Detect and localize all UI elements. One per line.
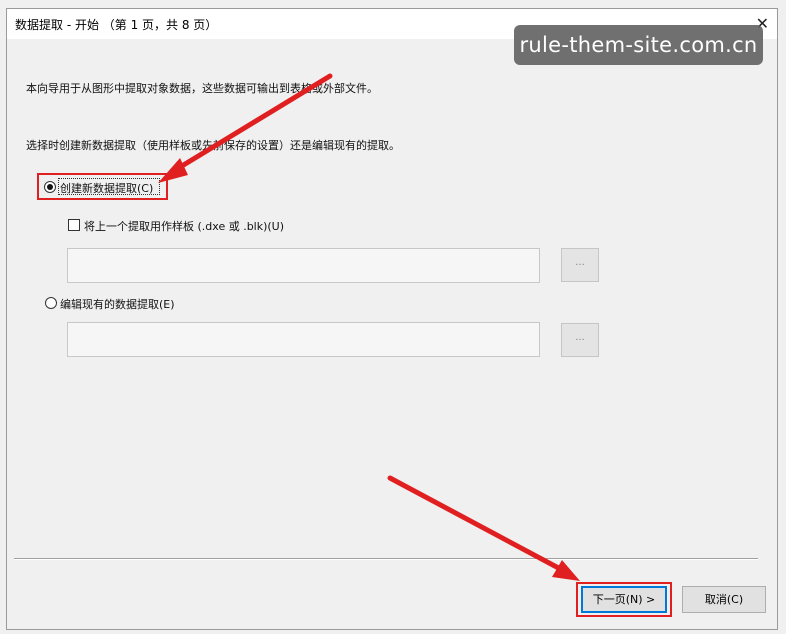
intro-text: 本向导用于从图形中提取对象数据，这些数据可输出到表格或外部文件。 — [26, 82, 378, 95]
choice-prompt: 选择时创建新数据提取（使用样板或先前保存的设置）还是编辑现有的提取。 — [26, 139, 400, 152]
cancel-button[interactable]: 取消(C) — [682, 586, 766, 613]
create-new-radio[interactable] — [44, 181, 56, 193]
next-button[interactable]: 下一页(N) > — [581, 586, 667, 613]
template-browse-button[interactable]: ... — [561, 248, 599, 282]
existing-path-field[interactable] — [67, 322, 540, 357]
edit-existing-label[interactable]: 编辑现有的数据提取(E) — [60, 296, 175, 312]
window-title: 数据提取 - 开始 （第 1 页，共 8 页） — [15, 18, 218, 32]
create-new-label[interactable]: 创建新数据提取(C) — [60, 180, 153, 196]
edit-existing-radio[interactable] — [45, 297, 57, 309]
template-path-field[interactable] — [67, 248, 540, 283]
existing-browse-button[interactable]: ... — [561, 323, 599, 357]
watermark: rule-them-site.com.cn — [514, 25, 763, 65]
footer-divider — [14, 558, 758, 560]
use-template-checkbox[interactable] — [68, 219, 80, 231]
dialog-window: 数据提取 - 开始 （第 1 页，共 8 页） ✕ — [6, 8, 778, 630]
use-template-label[interactable]: 将上一个提取用作样板 (.dxe 或 .blk)(U) — [84, 218, 284, 234]
